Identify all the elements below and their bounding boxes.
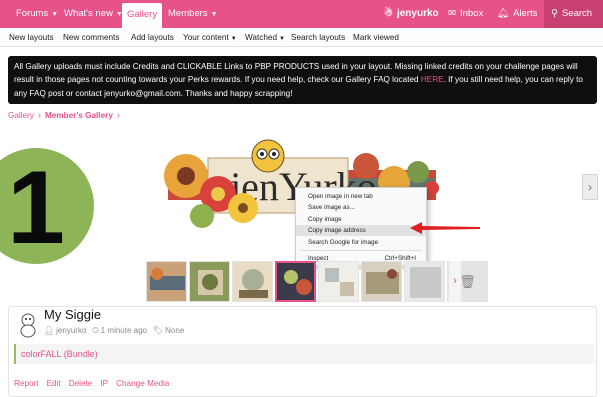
sub-navigation-bar: New layouts New comments Add layouts You…: [0, 28, 603, 47]
flower-rust: [353, 153, 379, 179]
report-link[interactable]: Report: [14, 379, 39, 388]
nav-members-label: Members: [168, 8, 208, 19]
search-icon: ⚲: [551, 8, 558, 19]
media-author[interactable]: jenyurko: [56, 326, 86, 335]
subnav-mark-viewed[interactable]: Mark viewed: [353, 28, 399, 47]
nav-search[interactable]: ⚲ Search: [551, 0, 592, 28]
delete-link[interactable]: Delete: [69, 379, 93, 388]
flower-center-brown: [238, 203, 248, 213]
ctx-copy-image-address[interactable]: Copy image address: [296, 225, 426, 236]
thumbnail[interactable]: [189, 261, 230, 302]
thumbnail-image: [319, 262, 358, 301]
subnav-watched-label: Watched: [245, 33, 278, 42]
nav-forums-label: Forums: [16, 8, 49, 19]
nav-gallery-label: Gallery: [127, 9, 158, 20]
change-media-link[interactable]: Change Media: [116, 379, 169, 388]
thumbnail-strip: 🗑︎: [146, 261, 488, 302]
flower-center-yellow: [211, 187, 225, 201]
nav-inbox[interactable]: ✉ Inbox: [448, 0, 483, 28]
top-navigation-bar: Forums ▼ What's new ▼ Gallery Members ▼ ☃ je…: [0, 0, 603, 28]
breadcrumb-members-gallery[interactable]: Member's Gallery: [45, 111, 113, 120]
subnav-add-layouts[interactable]: Add layouts: [131, 28, 174, 47]
thumbnail[interactable]: [404, 261, 445, 302]
subnav-watched[interactable]: Watched ▼: [245, 28, 285, 47]
subnav-new-comments[interactable]: New comments: [63, 28, 119, 47]
owl-body: [251, 139, 285, 173]
berry-red: [425, 181, 439, 195]
chevron-down-icon: ▼: [230, 36, 237, 42]
subnav-your-content-label: Your content: [183, 33, 229, 42]
nav-user-label: jenyurko: [396, 8, 439, 19]
owl-pupil-left: [260, 152, 264, 156]
thumbnail-selected[interactable]: [275, 261, 316, 302]
breadcrumb-gallery[interactable]: Gallery: [8, 111, 34, 120]
next-media-button[interactable]: ›: [582, 174, 598, 200]
notice-faq-link[interactable]: HERE: [421, 75, 444, 84]
nav-user[interactable]: ☃ jenyurko: [384, 0, 439, 28]
ctx-open-new-tab[interactable]: Open image in new tab: [296, 191, 426, 202]
avatar[interactable]: [16, 312, 40, 338]
subnav-your-content[interactable]: Your content ▼: [183, 28, 237, 47]
media-time[interactable]: 1 minute ago: [101, 326, 147, 335]
tag-icon: 🏷︎: [153, 326, 164, 335]
ctx-search-google-image[interactable]: Search Google for image: [296, 237, 426, 248]
ctx-copy-image[interactable]: Copy image: [296, 214, 426, 225]
media-tags: None: [165, 326, 185, 335]
thumbnail-image: [277, 263, 314, 300]
ip-link[interactable]: IP: [100, 379, 108, 388]
nav-whats-new-label: What's new: [64, 8, 113, 19]
edit-link[interactable]: Edit: [47, 379, 61, 388]
step-number: 1: [7, 150, 65, 266]
flower-center: [177, 167, 195, 185]
nav-gallery[interactable]: Gallery: [122, 3, 163, 28]
thumbnail-image: [147, 262, 186, 301]
media-actions: Report Edit Delete IP Change Media: [14, 379, 177, 388]
leaf-green: [190, 204, 214, 228]
media-meta: 👤︎ jenyurko 🕒︎ 1 minute ago 🏷︎ None: [44, 326, 184, 336]
media-description: colorFALL (Bundle): [14, 344, 594, 364]
breadcrumb: Gallery › Member's Gallery ›: [8, 110, 124, 122]
chevron-down-icon: ▼: [210, 11, 218, 18]
ctx-save-image-as[interactable]: Save image as...: [296, 202, 426, 213]
nav-search-label: Search: [561, 8, 593, 19]
subnav-new-layouts[interactable]: New layouts: [9, 28, 54, 47]
clock-icon: 🕒︎: [92, 326, 99, 335]
leaf-olive: [407, 161, 429, 183]
chevron-right-icon: ›: [37, 110, 41, 120]
thumbnail-image: [233, 262, 272, 301]
thumbnail[interactable]: [361, 261, 402, 302]
thumbnail-image: [362, 262, 401, 301]
ctx-separator: [300, 250, 422, 251]
thumbnail[interactable]: [318, 261, 359, 302]
avatar-icon: ☃: [384, 8, 393, 19]
nav-members[interactable]: Members ▼: [168, 0, 218, 28]
nav-whats-new[interactable]: What's new ▼: [64, 0, 123, 28]
chevron-down-icon: ▼: [279, 36, 285, 42]
thumbnail-next-button[interactable]: ›: [449, 261, 461, 302]
thumbnail[interactable]: [146, 261, 187, 302]
nav-alerts-label: Alerts: [513, 8, 538, 19]
envelope-icon: ✉: [448, 8, 456, 19]
gallery-notice: All Gallery uploads must include Credits…: [8, 56, 597, 104]
bell-icon: 🔔︎: [497, 8, 510, 19]
thumbnail-image: [405, 262, 444, 301]
chevron-right-icon: ›: [116, 110, 120, 120]
chevron-down-icon: ▼: [51, 11, 59, 18]
subnav-search-layouts[interactable]: Search layouts: [291, 28, 345, 47]
media-title: My Siggie: [44, 307, 102, 322]
nav-alerts[interactable]: 🔔︎ Alerts: [497, 0, 537, 28]
browser-context-menu: Open image in new tab Save image as... C…: [295, 187, 427, 266]
thumbnail-image: [190, 262, 229, 301]
pointer-arrow-icon: [410, 222, 480, 234]
user-icon: 👤︎: [44, 326, 55, 335]
owl-pupil-right: [272, 152, 276, 156]
nav-forums[interactable]: Forums ▼: [16, 0, 58, 28]
thumbnail[interactable]: [232, 261, 273, 302]
nav-inbox-label: Inbox: [459, 8, 484, 19]
